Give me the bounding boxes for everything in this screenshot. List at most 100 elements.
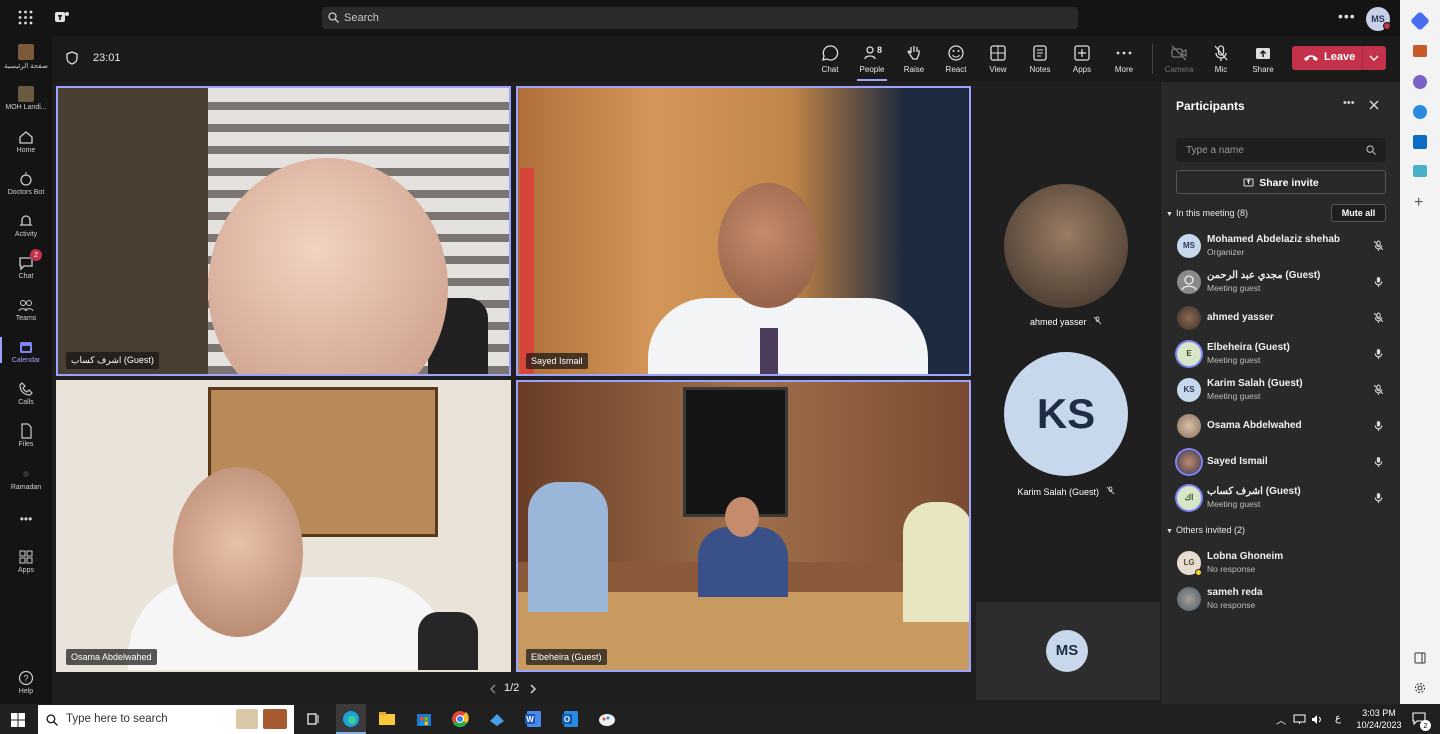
- add-icon[interactable]: +: [1414, 194, 1423, 212]
- apps-button[interactable]: Apps: [1062, 44, 1102, 74]
- tile-name-label: Osama Abdelwahed: [66, 649, 157, 665]
- teams-logo-icon: [55, 12, 69, 22]
- rail-item-help[interactable]: ? Help: [0, 670, 52, 695]
- invited-row[interactable]: sameh reda No response: [1175, 583, 1390, 615]
- shield-icon: [66, 51, 78, 65]
- person-icon: [1181, 275, 1197, 291]
- bot-icon: [20, 172, 32, 186]
- chevron-left-icon[interactable]: [488, 684, 498, 694]
- rail-item-teams[interactable]: Teams: [0, 297, 52, 322]
- notes-button[interactable]: Notes: [1020, 44, 1060, 74]
- tools-icon[interactable]: [1413, 45, 1427, 57]
- chevron-down-icon[interactable]: [1369, 55, 1379, 62]
- apps-icon: [19, 550, 33, 564]
- rail-item-chat[interactable]: Chat 2: [0, 249, 52, 280]
- help-icon: ?: [18, 670, 34, 686]
- send-icon[interactable]: [1413, 165, 1427, 177]
- edge-icon[interactable]: [341, 709, 361, 729]
- participant-photo: [1177, 587, 1201, 611]
- participant-search-input[interactable]: Type a name: [1176, 138, 1386, 162]
- participant-row[interactable]: ahmed yasser: [1175, 302, 1390, 334]
- react-button[interactable]: React: [936, 44, 976, 74]
- share-button[interactable]: Share: [1243, 44, 1283, 74]
- clock[interactable]: 3:03 PM 10/24/2023: [1354, 707, 1404, 731]
- more-options-icon[interactable]: •••: [1338, 8, 1356, 24]
- participant-row[interactable]: KS Karim Salah (Guest) Meeting guest: [1175, 374, 1390, 406]
- windows-start-icon[interactable]: [11, 713, 25, 727]
- svg-text:?: ?: [23, 674, 28, 684]
- rail-item-doctors-bot[interactable]: Doctors Bot: [0, 171, 52, 196]
- panel-more-icon[interactable]: •••: [1343, 97, 1355, 109]
- app-launcher-icon[interactable]: [18, 10, 33, 25]
- share-invite-button[interactable]: Share invite: [1176, 170, 1386, 194]
- active-indicator: [857, 79, 887, 81]
- collapse-icon: ▼: [1166, 211, 1173, 218]
- video-tile[interactable]: Osama Abdelwahed: [56, 380, 511, 672]
- mute-all-button[interactable]: Mute all: [1331, 204, 1386, 222]
- mic-on-icon: [1374, 421, 1383, 431]
- participant-row[interactable]: E Elbeheira (Guest) Meeting guest: [1175, 338, 1390, 370]
- rail-item-home[interactable]: Home: [0, 129, 52, 154]
- wall-panel: [58, 88, 208, 374]
- mic-button[interactable]: Mic: [1201, 44, 1241, 74]
- camera-button[interactable]: Camera: [1159, 44, 1199, 74]
- more-button[interactable]: More: [1104, 44, 1144, 74]
- video-tile[interactable]: اشرف كساب (Guest): [56, 86, 511, 376]
- input-language[interactable]: ع: [1335, 713, 1341, 724]
- outlook-taskbar-icon[interactable]: O: [560, 709, 580, 729]
- teams-taskbar-icon[interactable]: [487, 709, 507, 729]
- search-placeholder: Search: [344, 12, 379, 24]
- search-highlight-icon: [236, 709, 258, 729]
- chat-badge: 2: [30, 249, 42, 261]
- rail-item-moh-landing[interactable]: MOH Landi...: [0, 86, 52, 111]
- rail-item-ramadan[interactable]: Ramadan: [0, 466, 52, 491]
- copilot-icon[interactable]: [1410, 11, 1430, 31]
- view-grid-icon: [990, 45, 1006, 61]
- others-invited-section-header[interactable]: ▼ Others invited (2): [1166, 525, 1245, 535]
- rail-item-calls[interactable]: Calls: [0, 381, 52, 406]
- invited-row[interactable]: LG Lobna Ghoneim No response: [1175, 547, 1390, 579]
- chevron-right-icon[interactable]: [528, 684, 538, 694]
- sidebar-layout-icon[interactable]: [1414, 652, 1426, 664]
- participant-row[interactable]: Osama Abdelwahed: [1175, 410, 1390, 442]
- taskbar-search-input[interactable]: Type here to search: [38, 705, 294, 734]
- people-button[interactable]: People 8: [852, 44, 892, 81]
- rail-item-files[interactable]: Files: [0, 423, 52, 448]
- participant-row[interactable]: MS Mohamed Abdelaziz shehab Organizer: [1175, 230, 1390, 262]
- rail-item-apps[interactable]: Apps: [0, 549, 52, 574]
- participant-row[interactable]: مجدي عبد الرحمن (Guest) Meeting guest: [1175, 266, 1390, 298]
- video-tile[interactable]: Sayed Ismail: [516, 86, 971, 376]
- task-view-icon[interactable]: [303, 709, 323, 729]
- leave-button[interactable]: Leave: [1292, 46, 1386, 70]
- network-icon[interactable]: [1293, 714, 1306, 725]
- participant-row[interactable]: Sayed Ismail: [1175, 446, 1390, 478]
- mic-off-icon: [1106, 486, 1114, 495]
- search-input[interactable]: Search: [322, 7, 1078, 29]
- call-timer: 23:01: [93, 52, 121, 64]
- people-app-icon[interactable]: [1413, 75, 1427, 89]
- view-button[interactable]: View: [978, 44, 1018, 74]
- raise-hand-button[interactable]: Raise: [894, 44, 934, 74]
- paint-icon[interactable]: [597, 709, 617, 729]
- chrome-icon[interactable]: [450, 709, 470, 729]
- show-hidden-icons[interactable]: ︿: [1276, 712, 1286, 727]
- close-icon[interactable]: [1369, 100, 1379, 110]
- rail-item-calendar[interactable]: Calendar: [0, 337, 52, 364]
- self-view-tile[interactable]: MS: [976, 602, 1160, 700]
- in-meeting-section-header[interactable]: ▼ In this meeting (8): [1166, 208, 1248, 218]
- rail-item-activity[interactable]: Activity: [0, 213, 52, 238]
- participant-row[interactable]: اك اشرف كساب (Guest) Meeting guest: [1175, 482, 1390, 514]
- store-icon[interactable]: [414, 709, 434, 729]
- rail-item-home-page[interactable]: ﺻﻔﺤﺔ اﻟﺮﺋﻴﺴﻴﺔ: [0, 44, 52, 70]
- file-explorer-icon[interactable]: [377, 709, 397, 729]
- participant-head: [725, 497, 759, 537]
- volume-icon[interactable]: [1311, 714, 1323, 725]
- chat-button[interactable]: Chat: [810, 44, 850, 74]
- rail-more-icon[interactable]: •••: [0, 512, 52, 526]
- settings-gear-icon[interactable]: [1414, 682, 1426, 694]
- video-tile[interactable]: Elbeheira (Guest): [516, 380, 971, 672]
- outlook-icon[interactable]: [1413, 135, 1427, 149]
- word-icon[interactable]: W: [523, 709, 543, 729]
- office-icon[interactable]: [1413, 105, 1427, 119]
- mic-off-icon: [1373, 312, 1384, 323]
